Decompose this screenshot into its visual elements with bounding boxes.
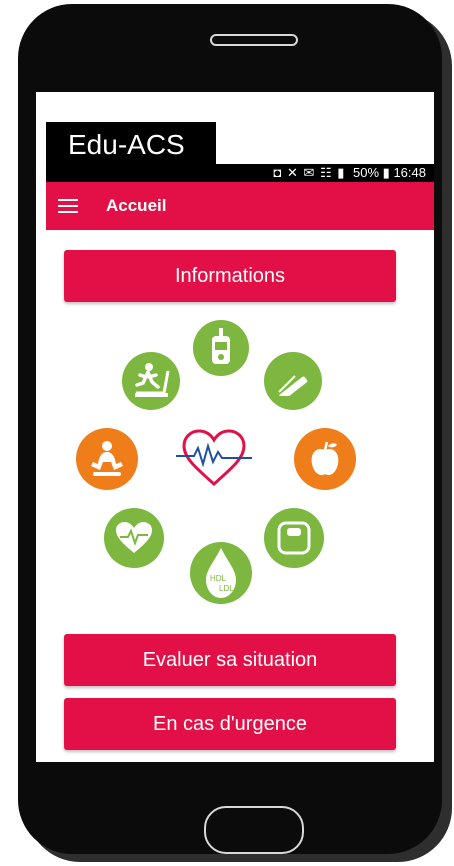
scale-icon xyxy=(264,508,324,568)
evaluate-situation-button[interactable]: Evaluer sa situation xyxy=(64,634,396,686)
informations-button[interactable]: Informations xyxy=(64,250,396,302)
cholesterol-drop-icon: HDL LDL xyxy=(190,542,252,604)
phone-screen: Edu-ACS ◘ ✕ ✉ ☷ ▮ 50% ▮ 16:48 Accueil In… xyxy=(36,92,434,762)
ldl-label: LDL xyxy=(219,584,234,593)
heart-rate-icon xyxy=(104,508,164,568)
battery-level: 50% xyxy=(353,165,380,180)
heartbeat-heart-icon xyxy=(176,428,252,488)
emergency-button[interactable]: En cas d'urgence xyxy=(64,698,396,750)
health-illustration: HDL LDL xyxy=(76,320,366,610)
status-icons: ◘ ✕ ✉ ☷ ▮ xyxy=(273,165,346,180)
clock: 16:48 xyxy=(393,165,426,180)
status-bar: ◘ ✕ ✉ ☷ ▮ 50% ▮ 16:48 xyxy=(46,164,434,182)
apple-icon xyxy=(294,428,356,490)
speaker-grille xyxy=(210,34,298,46)
treadmill-icon xyxy=(122,352,180,410)
hdl-label: HDL xyxy=(210,574,227,583)
glucose-meter-icon xyxy=(193,320,249,376)
page-title: Accueil xyxy=(106,196,167,215)
meditation-icon xyxy=(76,428,138,490)
home-button[interactable] xyxy=(204,806,304,854)
no-smoking-icon xyxy=(264,352,322,410)
app-brand-label: Edu-ACS xyxy=(46,122,216,164)
hamburger-icon[interactable] xyxy=(58,199,78,213)
app-bar: Accueil xyxy=(46,182,434,230)
battery-icon: ▮ xyxy=(382,165,390,180)
